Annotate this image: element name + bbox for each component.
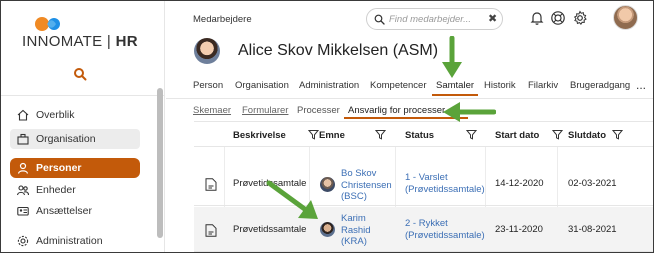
start-date-cell: 23-11-2020	[495, 224, 543, 235]
tab-person[interactable]: Person	[193, 80, 223, 91]
column-header-emne[interactable]: Emne	[319, 122, 389, 148]
emne-line: Karim	[341, 213, 366, 224]
status-line: 1 - Varslet	[405, 172, 448, 183]
filter-icon[interactable]	[375, 129, 386, 140]
column-label: Beskrivelse	[233, 129, 286, 141]
person-tabs: Person Organisation Administration Kompe…	[166, 77, 654, 97]
emne-line: (KRA)	[341, 236, 367, 247]
status-line: 2 - Rykket	[405, 218, 448, 229]
person-name: Alice Skov Mikkelsen (ASM)	[238, 42, 439, 59]
search-icon[interactable]	[73, 67, 87, 81]
sidebar-item-enheder[interactable]: Enheder	[10, 180, 140, 200]
page-title: Medarbejdere	[193, 14, 252, 25]
column-header-start-dato[interactable]: Start dato	[495, 122, 565, 148]
subtab-formularer[interactable]: Formularer	[242, 105, 288, 116]
tab-filarkiv[interactable]: Filarkiv	[528, 80, 558, 91]
emne-line: Bo Skov	[341, 168, 377, 179]
status-link[interactable]: 1 - Varslet (Prøvetidssamtale)	[405, 172, 485, 195]
subtab-processer[interactable]: Processer	[297, 105, 340, 116]
home-icon	[16, 108, 30, 122]
emne-line: Rashid	[341, 224, 371, 236]
tab-brugeradgang[interactable]: Brugeradgang	[570, 80, 630, 91]
gear-icon[interactable]	[572, 10, 588, 26]
sidebar-item-label: Administration	[36, 235, 103, 247]
sidebar-item-label: Ansættelser	[36, 205, 93, 217]
start-date-cell: 14-12-2020	[495, 178, 544, 189]
admin-icon	[16, 234, 30, 248]
tab-historik[interactable]: Historik	[484, 80, 516, 91]
avatar	[320, 222, 335, 237]
column-label: Slutdato	[568, 129, 606, 141]
tab-kompetencer[interactable]: Kompetencer	[370, 80, 427, 91]
filter-icon[interactable]	[466, 129, 477, 140]
search-icon	[374, 14, 385, 25]
sidebar: INNOMATE | HR Overblik Organisation Pers…	[0, 0, 165, 253]
tab-organisation[interactable]: Organisation	[235, 80, 289, 91]
status-link[interactable]: 2 - Rykket (Prøvetidssamtale)	[405, 218, 485, 241]
sidebar-item-personer[interactable]: Personer	[10, 158, 140, 178]
emne-link[interactable]: Bo Skov Christensen (BSC)	[341, 168, 392, 203]
clear-search-icon[interactable]: ✖	[488, 12, 497, 25]
column-label: Start dato	[495, 129, 540, 141]
active-subtab-indicator	[344, 117, 468, 119]
person-icon	[16, 161, 30, 175]
table-row[interactable]: Prøvetidssamtale Bo Skov Christensen (BS…	[194, 161, 654, 206]
avatar	[320, 177, 335, 192]
help-icon[interactable]	[550, 10, 566, 26]
id-card-icon	[16, 204, 30, 218]
column-header-beskrivelse[interactable]: Beskrivelse	[233, 122, 323, 148]
column-label: Status	[405, 129, 435, 141]
bell-icon[interactable]	[529, 10, 545, 26]
logo-mark-icon	[35, 17, 60, 31]
subtab-skemaer[interactable]: Skemaer	[193, 105, 231, 116]
person-avatar	[194, 38, 220, 64]
end-date-cell: 31-08-2021	[568, 224, 617, 235]
beskrivelse-cell: Prøvetidssamtale	[233, 178, 307, 189]
table-row[interactable]: Prøvetidssamtale Karim Rashid (KRA) 2 - …	[194, 207, 654, 252]
search-input[interactable]	[389, 12, 479, 26]
tab-administration[interactable]: Administration	[299, 80, 359, 91]
sidebar-item-ansaettelser[interactable]: Ansættelser	[10, 201, 140, 221]
column-header-status[interactable]: Status	[405, 122, 487, 148]
status-line: (Prøvetidssamtale)	[405, 229, 485, 241]
more-tabs-icon[interactable]: ...	[636, 78, 646, 92]
annotation-arrow-down	[442, 36, 462, 78]
column-label: Emne	[319, 129, 345, 141]
sidebar-item-overblik[interactable]: Overblik	[10, 105, 140, 125]
document-icon[interactable]	[205, 178, 217, 191]
filter-icon[interactable]	[552, 129, 563, 140]
emne-line: (BSC)	[341, 191, 367, 202]
subtab-ansvarlig-for-processer[interactable]: Ansvarlig for processer	[348, 105, 445, 116]
sub-tabs: Skemaer Formularer Processer Ansvarlig f…	[166, 98, 654, 120]
sidebar-scrollbar[interactable]	[157, 88, 163, 238]
units-icon	[16, 183, 30, 197]
end-date-cell: 02-03-2021	[568, 178, 617, 189]
document-icon[interactable]	[205, 224, 217, 237]
filter-icon[interactable]	[308, 129, 319, 140]
org-icon	[16, 132, 30, 146]
sidebar-divider	[0, 95, 165, 96]
emne-line: Christensen	[341, 179, 392, 191]
active-tab-indicator	[432, 94, 478, 96]
user-avatar[interactable]	[613, 5, 638, 30]
tab-samtaler[interactable]: Samtaler	[436, 80, 474, 91]
filter-icon[interactable]	[612, 129, 623, 140]
brand-logo[interactable]: INNOMATE | HR	[22, 14, 142, 54]
sidebar-item-label: Overblik	[36, 109, 75, 121]
top-header: Medarbejdere ✖	[166, 0, 654, 36]
sidebar-item-label: Enheder	[36, 184, 76, 196]
sidebar-item-label: Organisation	[36, 133, 96, 145]
table-header: Beskrivelse Emne Status Start dato Slutd…	[194, 121, 654, 147]
sidebar-item-administration[interactable]: Administration	[10, 231, 140, 251]
emne-link[interactable]: Karim Rashid (KRA)	[341, 213, 371, 248]
status-line: (Prøvetidssamtale)	[405, 183, 485, 195]
processes-table: Beskrivelse Emne Status Start dato Slutd…	[166, 121, 654, 253]
employee-search[interactable]: ✖	[366, 8, 503, 30]
sidebar-item-organisation[interactable]: Organisation	[10, 129, 140, 149]
column-header-slutdato[interactable]: Slutdato	[568, 122, 638, 148]
sidebar-item-label: Personer	[36, 162, 82, 174]
brand-name: INNOMATE | HR	[22, 33, 138, 50]
beskrivelse-cell: Prøvetidssamtale	[233, 224, 307, 235]
